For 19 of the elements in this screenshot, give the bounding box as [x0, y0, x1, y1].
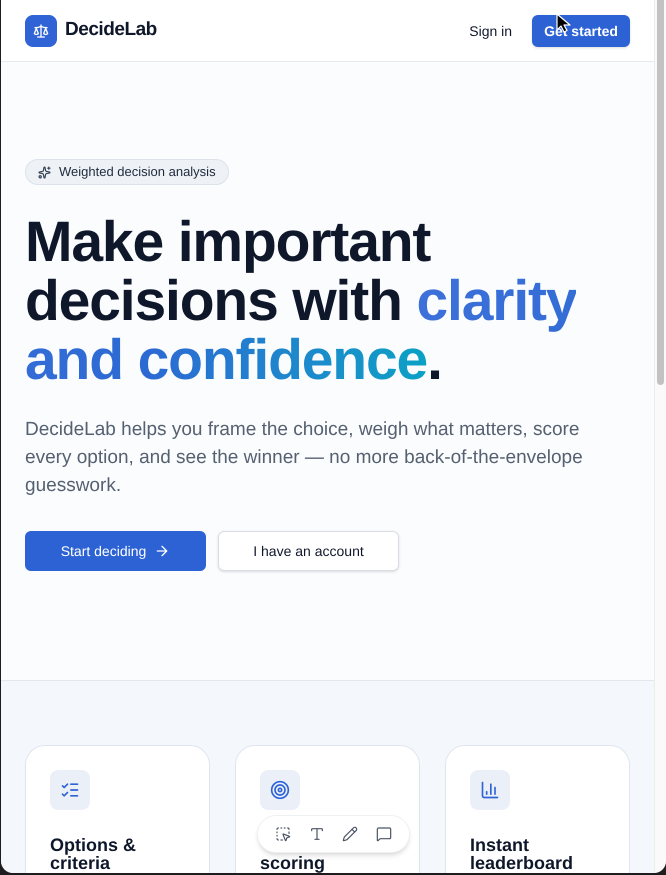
- speech-bubble-icon: [376, 826, 392, 842]
- scrollbar-thumb[interactable]: [657, 0, 664, 385]
- feature-title: Options & criteria: [50, 836, 137, 872]
- badge-text: Weighted decision analysis: [59, 163, 216, 182]
- sign-in-link[interactable]: Sign in: [469, 20, 512, 40]
- target-icon: [260, 770, 300, 810]
- bar-chart-icon: [470, 770, 510, 810]
- brand-name: DecideLab: [65, 18, 157, 42]
- dashed-selection-icon: [274, 826, 291, 842]
- checklist-icon: [50, 770, 90, 810]
- hero-description: DecideLab helps you frame the choice, weigh what matters, score every option, and see the winner — no more back-of-the-envelope guesswork.: [25, 418, 584, 498]
- logo-icon: [25, 14, 57, 46]
- feature-title: scoring: [260, 854, 326, 872]
- feature-title: Instant leaderboard: [470, 836, 574, 872]
- sparkles-icon: [38, 166, 51, 178]
- start-deciding-button[interactable]: Start deciding: [25, 530, 206, 570]
- account-button[interactable]: I have an account: [218, 530, 399, 570]
- text-tool-icon: [308, 826, 325, 842]
- pencil-icon: [342, 826, 358, 842]
